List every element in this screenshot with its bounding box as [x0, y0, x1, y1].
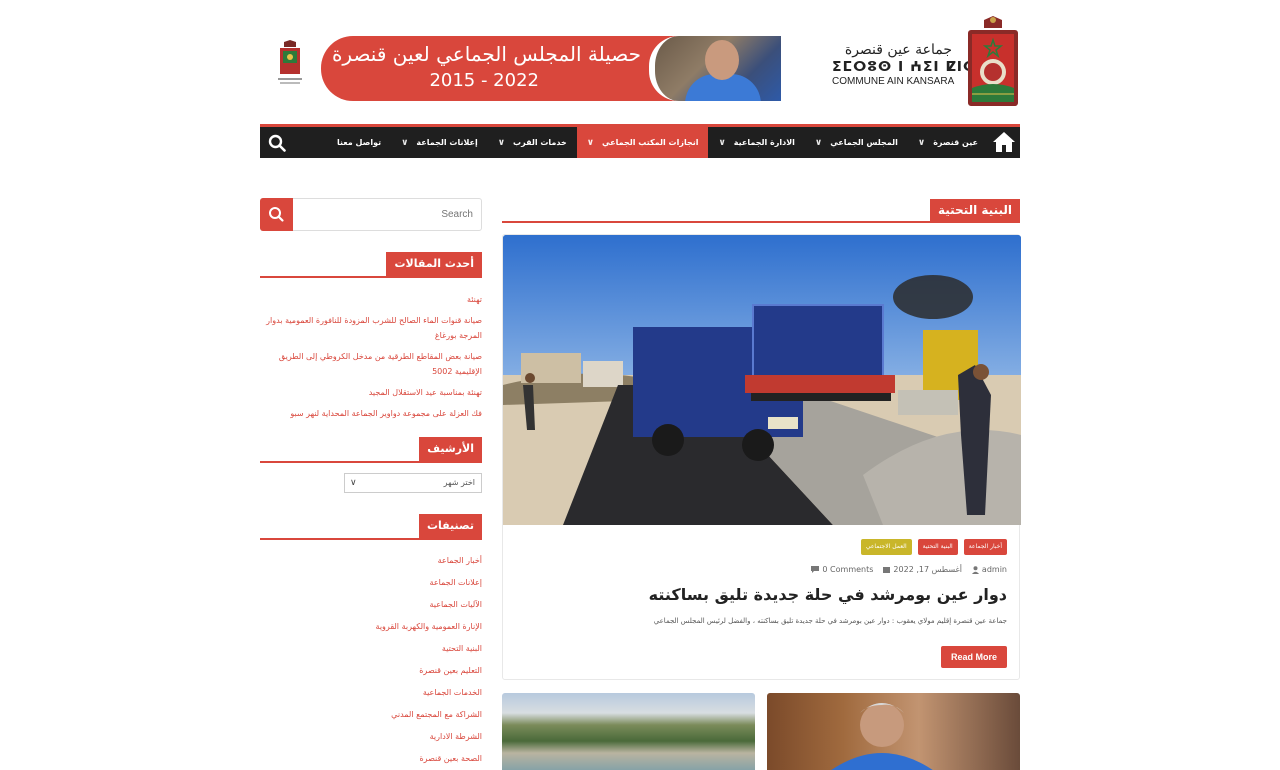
post-meta: admin أغسطس 17, 2022 0 Comments: [811, 565, 1007, 574]
category-link[interactable]: البنية التحتية: [260, 642, 482, 656]
tag-infrastructure[interactable]: البنية التحتية: [917, 539, 958, 555]
nav-item-council[interactable]: المجلس الجماعي ∨: [805, 127, 908, 158]
category-link[interactable]: الشراكة مع المجتمع المدني: [260, 708, 482, 722]
recent-posts-title: أحدث المقالات: [386, 252, 482, 276]
category-link[interactable]: الخدمات الجماعية: [260, 686, 482, 700]
home-icon[interactable]: [992, 131, 1016, 153]
archive-month-select[interactable]: اختر شهر ∨: [344, 473, 482, 493]
categories-list: أخبار الجماعة إعلانات الجماعة الآليات ال…: [260, 554, 482, 766]
recent-post-link[interactable]: فك العزلة على مجموعة دواوير الجماعة المح…: [260, 406, 482, 421]
sidebar-search: [260, 198, 482, 231]
chevron-down-icon: ∨: [350, 478, 357, 488]
search-button[interactable]: [260, 198, 293, 231]
category-link[interactable]: التعليم بعين قنصرة: [260, 664, 482, 678]
site-brand[interactable]: جماعة عين قنصرة ⵉⵎⵔⵓⵙ ⵏ ⵄⵉⵏ ⵇⵏⵚⵔⴰ COMMUN…: [832, 42, 1003, 87]
post-thumbnail-portrait[interactable]: [767, 693, 1020, 770]
nav-item-ain-kansara[interactable]: عين قنصرة ∨: [908, 127, 988, 158]
banner-years: 2015 - 2022: [429, 70, 539, 91]
post-date[interactable]: أغسطس 17, 2022: [883, 565, 962, 574]
archive-header: الأرشيف: [260, 437, 482, 463]
post-thumbnail-river[interactable]: [502, 693, 755, 770]
categories-header: تصنيفات: [260, 514, 482, 540]
nav-item-contact[interactable]: تواصل معنا: [327, 127, 391, 158]
main-content: البنية التحتية أخبار الجماعة البنية التح…: [502, 199, 1021, 680]
category-link[interactable]: الشرطة الادارية: [260, 730, 482, 744]
tag-community-news[interactable]: أخبار الجماعة: [963, 539, 1007, 555]
search-icon: [269, 207, 284, 222]
chevron-down-icon: ∨: [718, 137, 726, 148]
truck-photo: [503, 235, 1021, 525]
post-excerpt: جماعة عين قنصرة إقليم مولاي يعقوب : دوار…: [653, 617, 1007, 625]
nav-item-achievements[interactable]: انجازات المكتب الجماعي ∨: [576, 127, 709, 158]
council-results-banner[interactable]: حصيلة المجلس الجماعي لعين قنصرة 2015 - 2…: [321, 36, 781, 101]
category-link[interactable]: الآليات الجماعية: [260, 598, 482, 612]
recent-posts-header: أحدث المقالات: [260, 252, 482, 278]
category-link[interactable]: أخبار الجماعة: [260, 554, 482, 568]
chevron-down-icon: ∨: [917, 137, 926, 148]
search-icon[interactable]: [268, 134, 286, 152]
post-author[interactable]: admin: [971, 565, 1007, 574]
chevron-down-icon: ∨: [401, 137, 409, 148]
section-header: البنية التحتية: [502, 199, 1020, 223]
recent-post-link[interactable]: تهنئة: [260, 292, 482, 307]
tag-social-work[interactable]: العمل الاجتماعي: [860, 539, 912, 555]
calendar-icon: [883, 567, 891, 573]
category-link[interactable]: الصحة بعين قنصرة: [260, 752, 482, 766]
chevron-down-icon: ∨: [586, 137, 595, 148]
coat-of-arms-logo[interactable]: [966, 16, 1020, 108]
brand-name-tifinagh: ⵉⵎⵔⵓⵙ ⵏ ⵄⵉⵏ ⵇⵏⵚⵔⴰ: [832, 59, 1003, 75]
main-navigation: عين قنصرة ∨ المجلس الجماعي ∨ الادارة الجما…: [260, 124, 1020, 158]
comment-icon: [811, 566, 820, 573]
nav-item-administration[interactable]: الادارة الجماعية ∨: [708, 127, 804, 158]
recent-post-link[interactable]: صيانة قنوات الماء الصالح للشرب المزودة ل…: [260, 313, 482, 343]
featured-post-card: أخبار الجماعة البنية التحتية العمل الاجت…: [502, 234, 1021, 680]
section-title: البنية التحتية: [929, 199, 1020, 222]
nav-menu: عين قنصرة ∨ المجلس الجماعي ∨ الادارة الجما…: [327, 127, 988, 158]
post-tags: أخبار الجماعة البنية التحتية العمل الاجت…: [860, 539, 1007, 555]
category-link[interactable]: إعلانات الجماعة: [260, 576, 482, 590]
post-comments[interactable]: 0 Comments: [811, 565, 873, 574]
search-input[interactable]: [295, 199, 479, 230]
read-more-button[interactable]: Read More: [941, 646, 1007, 668]
chevron-down-icon: ∨: [814, 137, 823, 148]
banner-title: حصيلة المجلس الجماعي لعين قنصرة: [331, 42, 641, 66]
user-icon: [971, 565, 979, 574]
post-featured-image[interactable]: [503, 235, 1021, 525]
archive-title: الأرشيف: [419, 437, 482, 461]
recent-post-link[interactable]: تهنئة بمناسبة عيد الاستقلال المجيد: [260, 385, 482, 400]
chevron-down-icon: ∨: [497, 137, 506, 148]
brand-name-arabic: جماعة عين قنصرة: [844, 42, 952, 58]
post-title[interactable]: دوار عين بومرشد في حلة جديدة تليق بساكنت…: [649, 585, 1007, 604]
sidebar: أحدث المقالات تهنئة صيانة قنوات الماء ال…: [260, 198, 482, 770]
site-header: حصيلة المجلس الجماعي لعين قنصرة 2015 - 2…: [260, 14, 1020, 110]
nav-item-proximity-services[interactable]: خدمات القرب ∨: [488, 127, 577, 158]
categories-title: تصنيفات: [418, 514, 482, 538]
recent-posts-list: تهنئة صيانة قنوات الماء الصالح للشرب الم…: [260, 292, 482, 421]
recent-post-link[interactable]: صيانة بعض المقاطع الطرقية من مدخل الكروط…: [260, 349, 482, 379]
category-link[interactable]: الإنارة العمومية والكهربة القروية: [260, 620, 482, 634]
nav-item-announcements[interactable]: إعلانات الجماعة ∨: [391, 127, 488, 158]
brand-name-french: COMMUNE AIN KANSARA: [832, 76, 955, 87]
banner-portrait-photo: [649, 36, 781, 101]
coat-of-arms-logo-small[interactable]: [278, 40, 302, 90]
portrait-photo: [831, 703, 933, 770]
